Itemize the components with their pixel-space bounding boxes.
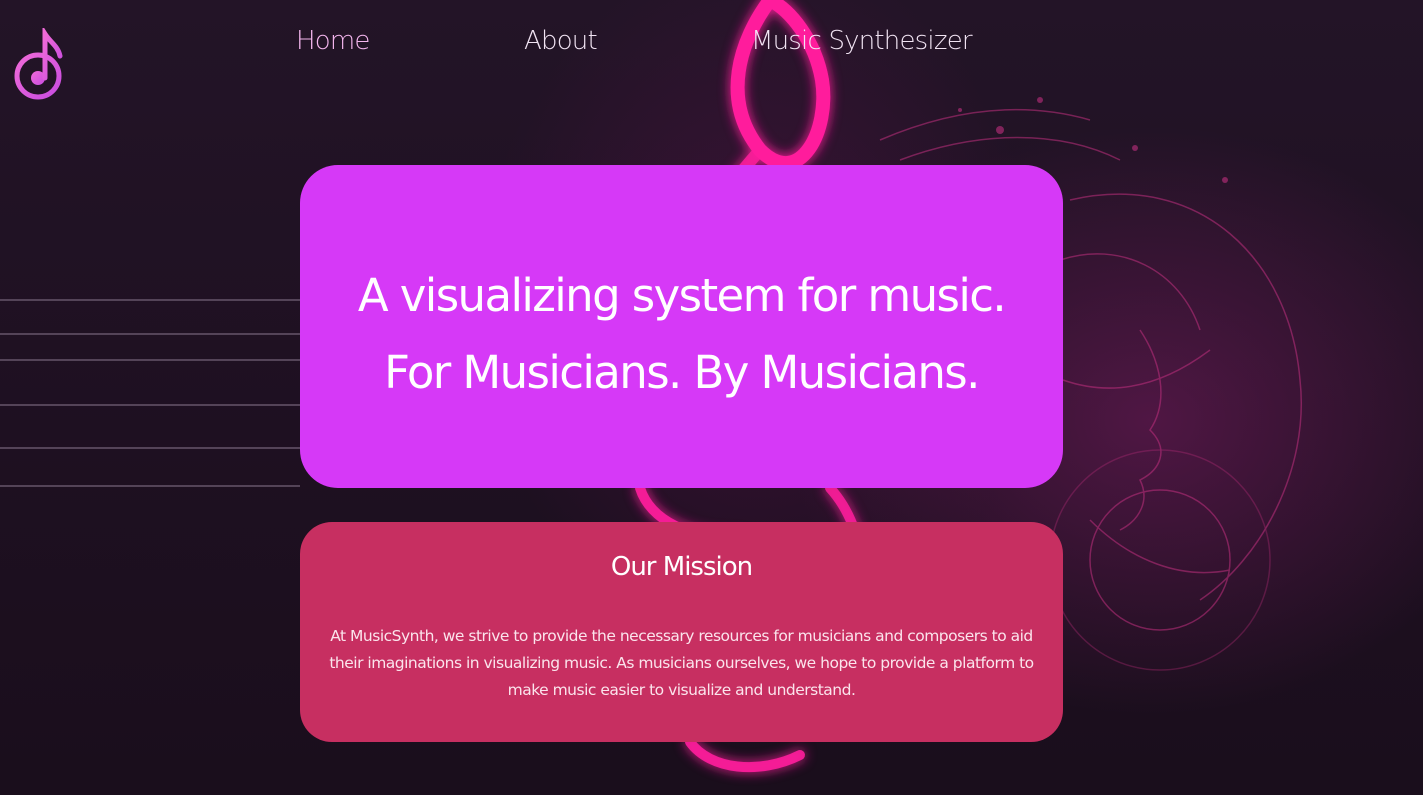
- mission-text: At MusicSynth, we strive to provide the …: [329, 627, 1034, 699]
- main-nav: Home About Music Synthesizer: [0, 26, 1423, 66]
- hero-card: A visualizing system for music. For Musi…: [300, 165, 1063, 488]
- mission-title: Our Mission: [610, 552, 753, 582]
- page: Home About Music Synthesizer A visualizi…: [0, 0, 1423, 795]
- nav-link-music-synthesizer[interactable]: Music Synthesizer: [751, 26, 973, 56]
- mission-card: Our Mission At MusicSynth, we strive to …: [300, 522, 1063, 742]
- hero-subtagline: For Musicians. By Musicians.: [384, 346, 980, 399]
- hero-tagline: A visualizing system for music.: [357, 269, 1007, 322]
- nav-link-about[interactable]: About: [524, 26, 598, 56]
- nav-link-home[interactable]: Home: [296, 26, 370, 56]
